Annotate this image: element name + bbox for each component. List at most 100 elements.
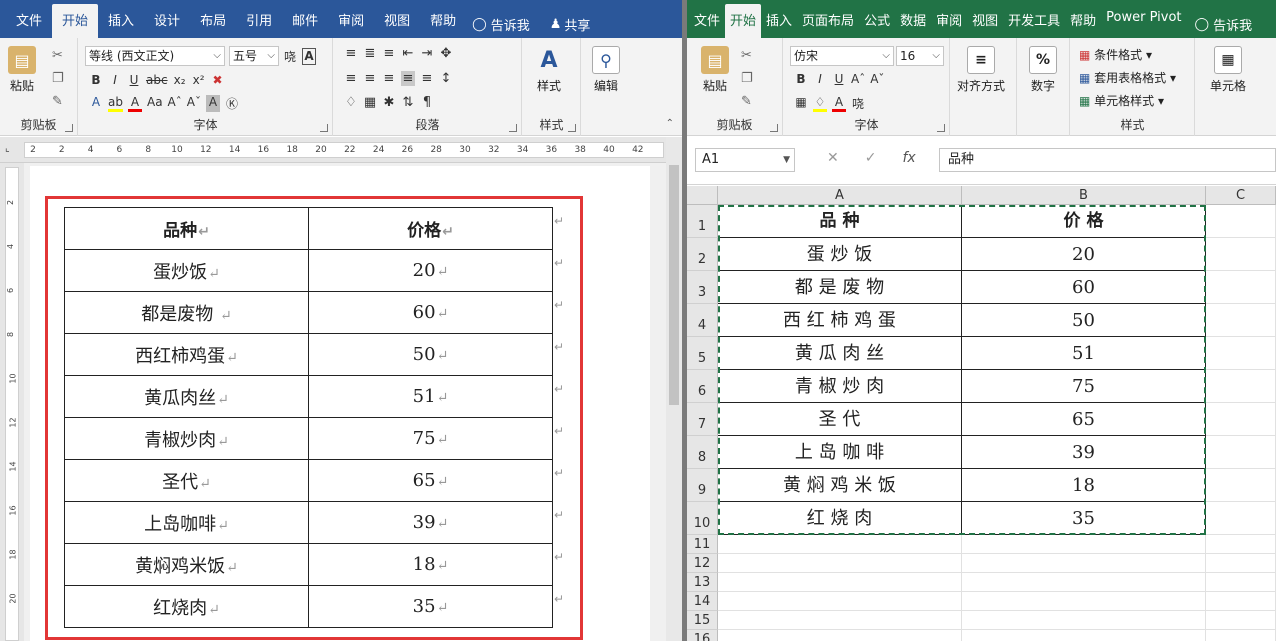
grid-cell[interactable] [1206, 403, 1276, 436]
table-cell[interactable]: 60↵ [308, 291, 553, 334]
spreadsheet-grid[interactable]: ABC1品 种价 格2蛋 炒 饭 20 3 都 是 废 物 60 4 西 红 柿 鸡 蛋 50… [687, 186, 1276, 641]
borders-icon[interactable]: ▦ [363, 95, 377, 110]
fill-color-icon[interactable]: ♢ [813, 95, 827, 112]
grid-cell[interactable] [718, 611, 962, 630]
table-cell[interactable]: 品种↵ [64, 207, 309, 250]
bullets-icon[interactable]: ≡ [344, 46, 358, 61]
grid-cell[interactable] [1206, 370, 1276, 403]
table-cell[interactable]: 青椒炒肉↵ [64, 417, 309, 460]
table-cell[interactable]: 75↵ [308, 417, 553, 460]
cut-icon[interactable]: ✂ [52, 48, 64, 63]
row-header[interactable]: 16 [687, 630, 718, 641]
excel-tab-1[interactable]: 开始 [725, 4, 762, 38]
highlight-icon[interactable]: ab [108, 95, 123, 112]
text-effects-icon[interactable]: A [89, 95, 103, 112]
grid-cell[interactable] [1206, 554, 1276, 573]
word-styles-button[interactable]: A 样式 [535, 46, 563, 94]
shrink-font-icon[interactable]: Aˇ [187, 95, 201, 112]
shading-icon[interactable]: ♢ [344, 95, 358, 110]
grid-cell[interactable] [1206, 573, 1276, 592]
grid-cell[interactable] [718, 592, 962, 611]
excel-tab-3[interactable]: 页面布局 [797, 4, 859, 34]
cancel-icon[interactable]: ✕ [827, 150, 839, 166]
italic-icon[interactable]: I [108, 73, 122, 87]
excel-tab-7[interactable]: 视图 [967, 4, 1003, 34]
word-tab-7[interactable]: 审阅 [328, 4, 374, 34]
table-cell[interactable]: 红烧肉↵ [64, 585, 309, 628]
char-shading-icon[interactable]: A [205, 95, 220, 112]
grid-cell[interactable] [962, 611, 1206, 630]
sort-icon[interactable]: ⇅ [401, 95, 415, 110]
underline-icon[interactable]: U [127, 73, 141, 87]
word-tab-2[interactable]: 插入 [98, 4, 144, 34]
grid-cell[interactable] [1206, 304, 1276, 337]
excel-paste-button[interactable]: ▤ 粘贴 [701, 46, 729, 94]
increase-indent-icon[interactable]: ⇥ [420, 46, 434, 61]
word-font-name-select[interactable]: 等线 (西文正文) ⌵ [85, 46, 225, 66]
table-cell[interactable]: 51↵ [308, 375, 553, 418]
excel-tab-9[interactable]: 帮助 [1065, 4, 1101, 34]
grid-cell[interactable] [1206, 502, 1276, 535]
align-center-icon[interactable]: ≡ [363, 71, 377, 86]
table-cell[interactable]: 35↵ [308, 585, 553, 628]
phonetic-guide-icon[interactable]: 哓 [283, 48, 297, 65]
char-border-icon[interactable]: A [302, 48, 316, 65]
align-left-icon[interactable]: ≡ [344, 71, 358, 86]
word-scroll-thumb[interactable] [669, 165, 679, 405]
row-header[interactable]: 3 [687, 271, 718, 304]
row-header[interactable]: 1 [687, 205, 718, 238]
word-share-button[interactable]: ♟ 共享 [550, 15, 591, 34]
table-cell[interactable]: 50↵ [308, 333, 553, 376]
word-tab-1[interactable]: 开始 [52, 4, 99, 38]
excel-tab-6[interactable]: 审阅 [931, 4, 967, 34]
strikethrough-icon[interactable]: abc [146, 73, 168, 87]
show-marks-icon[interactable]: ¶ [420, 95, 434, 110]
clipboard-launcher-icon[interactable] [65, 124, 73, 132]
table-cell[interactable]: 都是废物 ↵ [64, 291, 309, 334]
word-tell-me[interactable]: ◯ 告诉我 [472, 15, 530, 34]
table-cell[interactable]: 圣代↵ [64, 459, 309, 502]
word-editing-button[interactable]: ⚲ 编辑 [592, 46, 620, 94]
phonetic-guide-icon[interactable]: 哓 [851, 95, 865, 112]
grid-cell[interactable] [962, 554, 1206, 573]
multilevel-list-icon[interactable]: ≡ [382, 46, 396, 61]
word-tab-5[interactable]: 引用 [236, 4, 282, 34]
excel-number-button[interactable]: % 数字 [1029, 46, 1057, 94]
excel-tab-10[interactable]: Power Pivot [1101, 4, 1186, 34]
grid-cell[interactable] [718, 630, 962, 641]
table-cell[interactable]: 黄瓜肉丝↵ [64, 375, 309, 418]
row-header[interactable]: 13 [687, 573, 718, 592]
table-cell[interactable]: 18↵ [308, 543, 553, 586]
asian-layout-icon[interactable]: ✱ [382, 95, 396, 110]
excel-tab-0[interactable]: 文件 [689, 4, 725, 34]
grid-cell[interactable] [1206, 611, 1276, 630]
format-painter-icon[interactable]: ✎ [52, 94, 64, 109]
grid-cell[interactable] [1206, 592, 1276, 611]
row-header[interactable]: 9 [687, 469, 718, 502]
grow-font-icon[interactable]: Aˆ [168, 95, 182, 112]
justify-icon[interactable]: ≡ [401, 71, 415, 86]
row-header[interactable]: 5 [687, 337, 718, 370]
document-page[interactable]: 品种↵ 价格↵ 蛋炒饭↵ 20↵ 都是废物 ↵ 60↵ 西红柿鸡蛋↵ 50↵ 黄瓜肉丝↵ 51↵ 青… [30, 166, 650, 641]
table-cell[interactable]: 西红柿鸡蛋↵ [64, 333, 309, 376]
word-vertical-scrollbar[interactable] [666, 137, 682, 641]
font-launcher-icon[interactable] [937, 124, 945, 132]
borders-icon[interactable]: ▦ [794, 95, 808, 112]
excel-alignment-button[interactable]: ≡ 对齐方式 [957, 46, 1005, 94]
bold-icon[interactable]: B [89, 73, 103, 87]
grow-font-icon[interactable]: Aˆ [851, 72, 865, 86]
change-case-icon[interactable]: Aa [147, 95, 163, 112]
fx-icon[interactable]: fx [902, 150, 915, 166]
word-tab-8[interactable]: 视图 [374, 4, 420, 34]
word-tab-6[interactable]: 邮件 [282, 4, 328, 34]
word-tab-4[interactable]: 布局 [190, 4, 236, 34]
copy-icon[interactable]: ❐ [52, 71, 64, 86]
conditional-format-button[interactable]: ▦ 条件格式 ▾ [1079, 46, 1176, 63]
enclose-char-icon[interactable]: Ⓚ [225, 95, 239, 112]
select-all-corner[interactable] [687, 186, 718, 205]
excel-font-size-select[interactable]: 16 ⌵ [896, 46, 944, 66]
font-color-icon[interactable]: A [832, 95, 846, 112]
excel-tab-5[interactable]: 数据 [895, 4, 931, 34]
excel-tab-4[interactable]: 公式 [859, 4, 895, 34]
table-cell[interactable]: 39↵ [308, 501, 553, 544]
